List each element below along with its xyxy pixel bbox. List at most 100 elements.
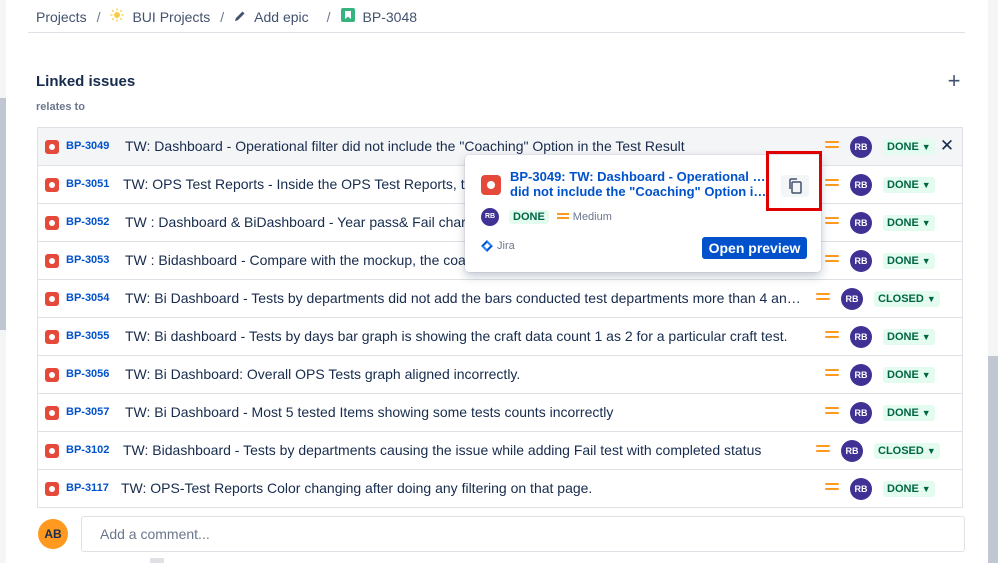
assignee-avatar[interactable]: RB — [850, 364, 872, 386]
breadcrumb-divider — [28, 32, 965, 33]
add-linked-issue-plus-icon[interactable]: + — [944, 70, 964, 92]
issue-summary-link[interactable]: TW : Bidashboard - Compare with the mock… — [125, 252, 468, 268]
page-scrollbar-thumb[interactable] — [988, 356, 998, 563]
chevron-down-icon: ▼ — [926, 294, 936, 304]
status-dropdown[interactable]: DONE ▼ — [883, 329, 935, 345]
hover-card-title-line: did not include the "Coaching" Option in… — [510, 184, 768, 199]
status-dropdown[interactable]: CLOSED ▼ — [874, 291, 940, 307]
chevron-down-icon: ▼ — [921, 256, 931, 266]
issue-summary-link[interactable]: TW: Bidashboard - Tests by departments c… — [123, 442, 803, 458]
assignee-avatar[interactable]: RB — [850, 212, 872, 234]
issue-summary-link[interactable]: TW: OPS-Test Reports Color changing afte… — [121, 480, 811, 496]
assignee-avatar[interactable]: RB — [850, 326, 872, 348]
issue-summary-link[interactable]: TW: Bi Dashboard - Most 5 tested Items s… — [125, 404, 815, 420]
issue-summary-link[interactable]: TW: Bi Dashboard - Tests by departments … — [125, 290, 805, 306]
story-icon — [340, 8, 355, 25]
priority-medium-icon — [825, 331, 839, 343]
source-name: Jira — [497, 240, 515, 252]
status-dropdown[interactable]: DONE ▼ — [883, 367, 935, 383]
hover-card-title-link[interactable]: BP-3049: TW: Dashboard - Operational fil… — [510, 169, 768, 199]
linked-issue-row[interactable]: BP-3055 TW: Bi dashboard - Tests by days… — [37, 318, 963, 356]
comment-input[interactable] — [81, 516, 965, 552]
breadcrumb-bui-projects[interactable]: BUI Projects — [132, 9, 210, 25]
bug-icon — [45, 482, 59, 496]
breadcrumb-separator: / — [96, 8, 101, 25]
priority-medium-icon — [825, 407, 839, 419]
status-label: CLOSED — [878, 293, 924, 305]
status-label: DONE — [887, 141, 919, 153]
bug-icon — [45, 406, 59, 420]
highlight-annotation-box — [766, 151, 822, 211]
chevron-down-icon: ▼ — [926, 446, 936, 456]
issue-key-link[interactable]: BP-3056 — [66, 368, 109, 380]
breadcrumb: Projects / BUI Projects / Add epic / BP-… — [36, 8, 417, 25]
assignee-avatar[interactable]: RB — [850, 402, 872, 424]
issue-key-link[interactable]: BP-3102 — [66, 444, 109, 456]
priority-medium-icon — [816, 293, 830, 305]
hover-card-meta: RB DONE Medium — [481, 208, 612, 226]
linked-issue-row[interactable]: BP-3054 TW: Bi Dashboard - Tests by depa… — [37, 280, 963, 318]
status-dropdown[interactable]: CLOSED ▼ — [874, 443, 940, 459]
status-dropdown[interactable]: DONE ▼ — [883, 253, 935, 269]
status-dropdown[interactable]: DONE ▼ — [883, 139, 935, 155]
issue-key-link[interactable]: BP-3117 — [66, 482, 109, 494]
priority-medium-icon — [825, 255, 839, 267]
chevron-down-icon: ▼ — [921, 218, 931, 228]
priority-medium-icon — [825, 369, 839, 381]
unlink-close-icon[interactable]: ✕ — [939, 137, 955, 155]
status-label: DONE — [887, 331, 919, 343]
breadcrumb-issue-key[interactable]: BP-3048 — [363, 9, 417, 25]
assignee-avatar[interactable]: RB — [850, 136, 872, 158]
issue-key-link[interactable]: BP-3054 — [66, 292, 109, 304]
linked-issue-row[interactable]: BP-3102 TW: Bidashboard - Tests by depar… — [37, 432, 963, 470]
issue-summary-link[interactable]: TW: Dashboard - Operational filter did n… — [125, 138, 815, 154]
linked-issue-row[interactable]: BP-3056 TW: Bi Dashboard: Overall OPS Te… — [37, 356, 963, 394]
bug-icon — [45, 254, 59, 268]
open-preview-button[interactable]: Open preview — [702, 237, 807, 259]
assignee-avatar[interactable]: RB — [850, 174, 872, 196]
issue-key-link[interactable]: BP-3053 — [66, 254, 109, 266]
left-scroll-thumb[interactable] — [0, 98, 6, 330]
status-dropdown[interactable]: DONE ▼ — [883, 405, 935, 421]
issue-summary-link[interactable]: TW : Dashboard & BiDashboard - Year pass… — [125, 214, 468, 230]
issue-key-link[interactable]: BP-3057 — [66, 406, 109, 418]
bug-icon — [45, 444, 59, 458]
pencil-icon — [234, 9, 246, 25]
breadcrumb-projects[interactable]: Projects — [36, 9, 87, 25]
current-user-avatar[interactable]: AB — [38, 519, 68, 549]
priority-medium-icon — [825, 483, 839, 495]
status-dropdown[interactable]: DONE ▼ — [883, 481, 935, 497]
assignee-avatar: RB — [481, 208, 499, 226]
assignee-avatar[interactable]: RB — [850, 250, 872, 272]
breadcrumb-add-epic[interactable]: Add epic — [254, 9, 308, 25]
linked-issue-row[interactable]: BP-3057 TW: Bi Dashboard - Most 5 tested… — [37, 394, 963, 432]
chevron-down-icon: ▼ — [921, 332, 931, 342]
hover-card-title-line: BP-3049: TW: Dashboard - Operational fil… — [510, 169, 768, 184]
status-dropdown[interactable]: DONE ▼ — [883, 177, 935, 193]
status-label: CLOSED — [878, 445, 924, 457]
status-badge: DONE — [509, 210, 549, 224]
status-label: DONE — [887, 483, 919, 495]
issue-key-link[interactable]: BP-3051 — [66, 178, 109, 190]
bug-icon — [45, 140, 59, 154]
issue-key-link[interactable]: BP-3055 — [66, 330, 109, 342]
bug-icon — [45, 216, 59, 230]
issue-summary-link[interactable]: TW: OPS Test Reports - Inside the OPS Te… — [123, 176, 466, 192]
assignee-avatar[interactable]: RB — [850, 478, 872, 500]
source-label: Jira — [481, 240, 515, 252]
assignee-avatar[interactable]: RB — [841, 440, 863, 462]
priority-medium-icon — [825, 179, 839, 191]
chevron-down-icon: ▼ — [921, 180, 931, 190]
issue-key-link[interactable]: BP-3049 — [66, 140, 109, 152]
bug-icon — [45, 368, 59, 382]
page-scrollbar[interactable] — [988, 0, 998, 563]
issue-summary-link[interactable]: TW: Bi Dashboard: Overall OPS Tests grap… — [125, 366, 815, 382]
priority-medium-icon — [825, 217, 839, 229]
status-dropdown[interactable]: DONE ▼ — [883, 215, 935, 231]
left-scroll-edge — [0, 0, 6, 563]
issue-key-link[interactable]: BP-3052 — [66, 216, 109, 228]
issue-summary-link[interactable]: TW: Bi dashboard - Tests by days bar gra… — [125, 328, 815, 344]
assignee-avatar[interactable]: RB — [841, 288, 863, 310]
relation-label: relates to — [36, 101, 85, 113]
project-sun-icon — [110, 8, 124, 25]
